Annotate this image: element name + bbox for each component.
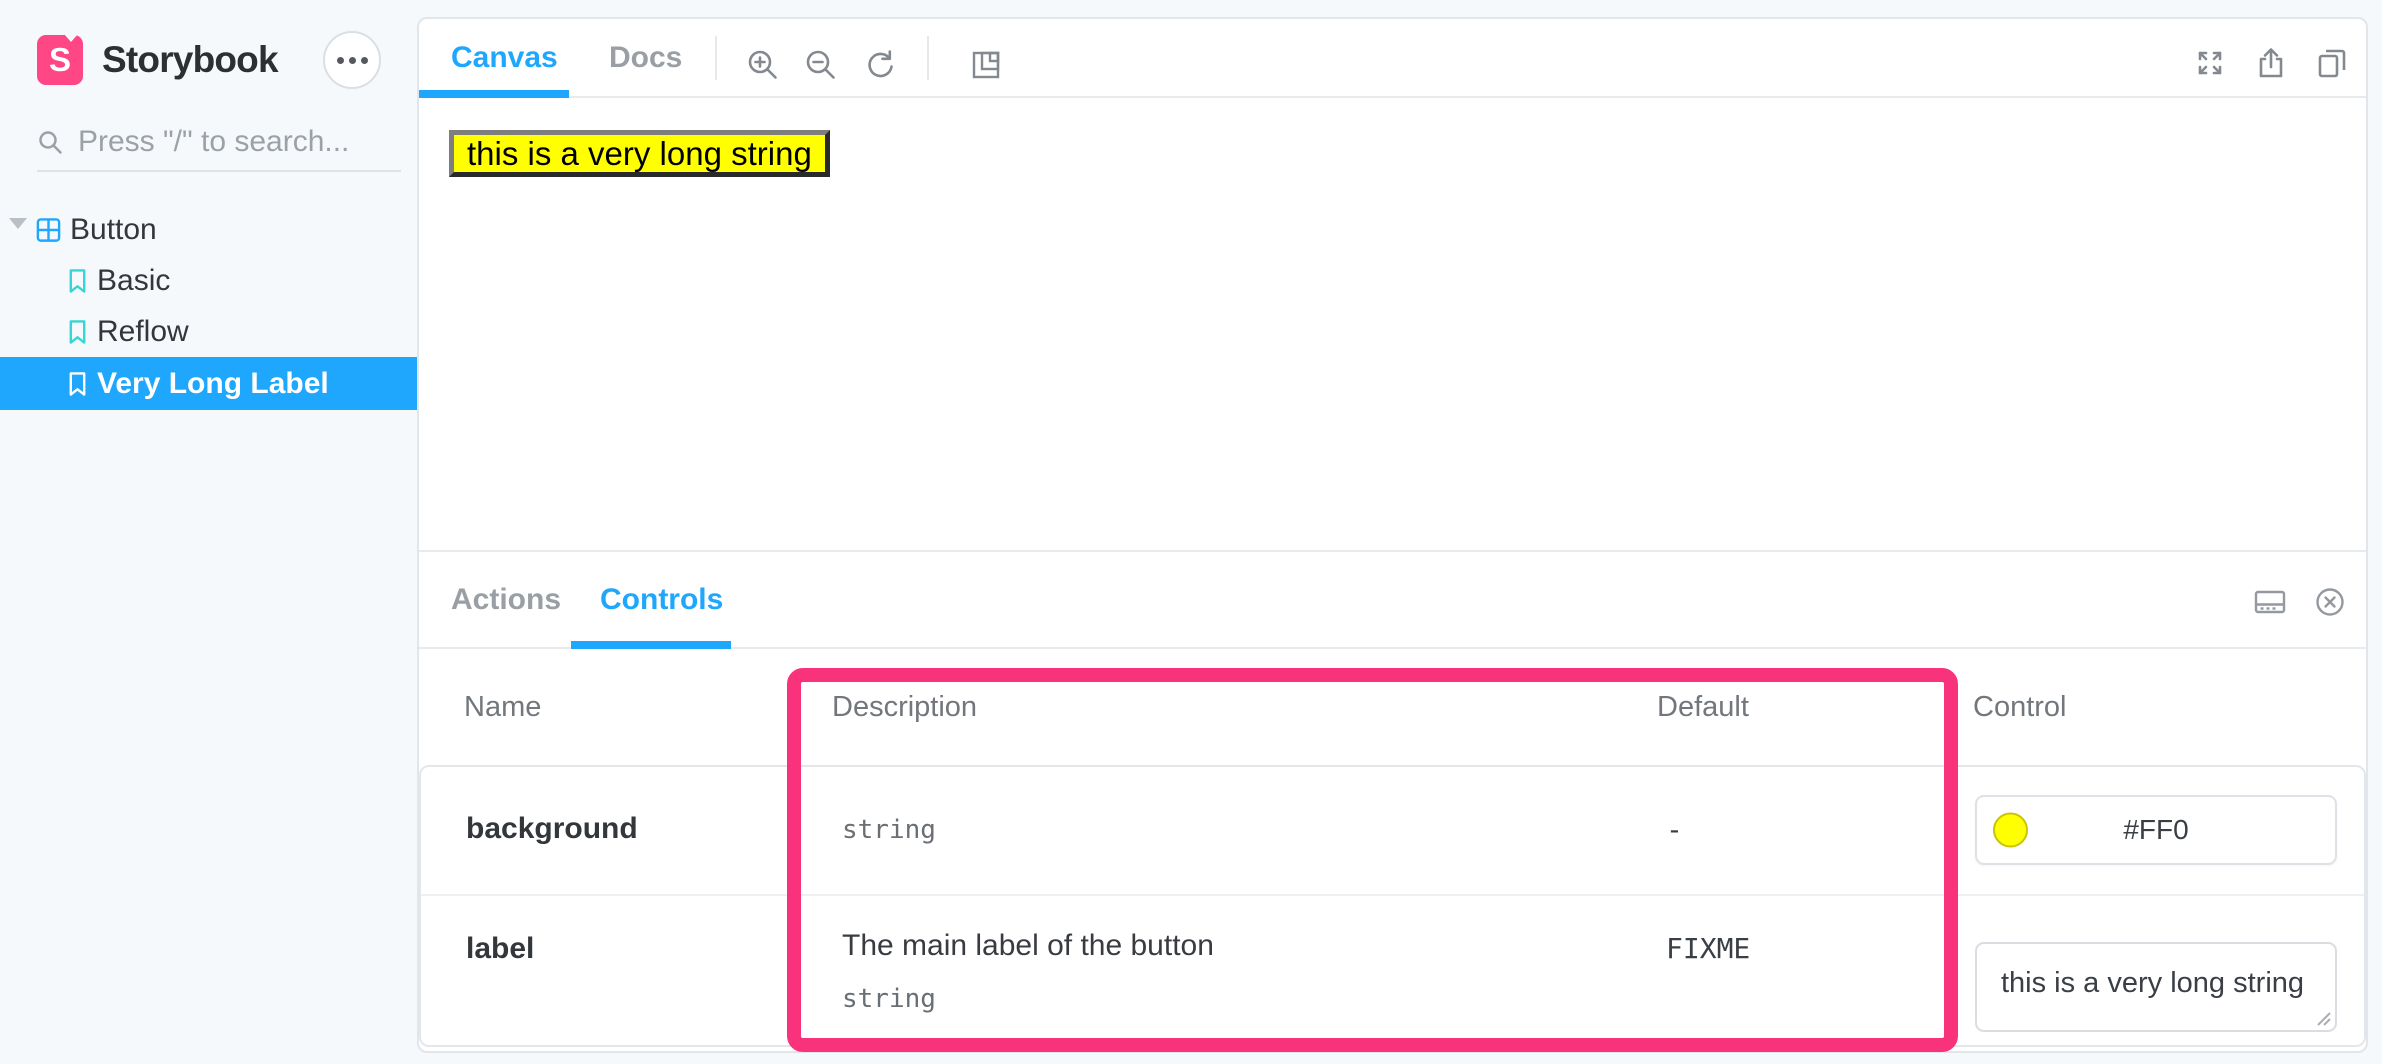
story-tree: Button Basic Reflow Ver bbox=[0, 204, 417, 410]
story-button[interactable]: this is a very long string bbox=[449, 130, 830, 177]
close-icon bbox=[2312, 584, 2348, 620]
copy-button[interactable] bbox=[2312, 43, 2352, 83]
tree-item-reflow[interactable]: Reflow bbox=[0, 306, 417, 357]
tree-item-basic[interactable]: Basic bbox=[0, 255, 417, 306]
search-bar bbox=[37, 114, 401, 172]
arg-type: string bbox=[842, 984, 936, 1014]
panel-position-icon bbox=[2252, 584, 2288, 620]
arg-name: background bbox=[466, 812, 638, 846]
tree-item-button[interactable]: Button bbox=[0, 204, 417, 255]
label-text-input[interactable]: this is a very long string bbox=[1975, 942, 2337, 1032]
zoom-reset-icon bbox=[862, 47, 898, 83]
storybook-logo-icon: S bbox=[37, 35, 83, 85]
fullscreen-button[interactable] bbox=[2190, 43, 2230, 83]
caret-down-icon[interactable] bbox=[9, 218, 27, 229]
zoom-in-icon bbox=[745, 47, 781, 83]
tree-item-label: Reflow bbox=[97, 315, 189, 349]
panel-tabbar: Actions Controls bbox=[419, 550, 2366, 649]
column-header-description: Description bbox=[832, 649, 977, 765]
args-table-header-row: Name Description Default Control bbox=[419, 649, 2366, 765]
tab-actions[interactable]: Actions bbox=[451, 552, 561, 647]
arg-description: The main label of the button bbox=[842, 929, 1214, 963]
close-panel-button[interactable] bbox=[2310, 582, 2350, 622]
toolbar: Canvas Docs bbox=[419, 19, 2366, 98]
tree-item-label: Basic bbox=[97, 264, 170, 298]
column-header-control: Control bbox=[1973, 649, 2067, 765]
text-control: this is a very long string bbox=[1975, 942, 2337, 1032]
color-value: #FF0 bbox=[2123, 814, 2188, 846]
color-swatch-icon bbox=[1993, 813, 2028, 848]
panel-position-button[interactable] bbox=[2250, 582, 2290, 622]
tab-docs[interactable]: Docs bbox=[609, 19, 682, 96]
args-table-body: background string - #FF0 label The main … bbox=[419, 765, 2366, 1047]
share-icon bbox=[2253, 45, 2289, 81]
table-row-background: background string - #FF0 bbox=[421, 767, 2364, 894]
fullscreen-icon bbox=[2192, 45, 2228, 81]
share-button[interactable] bbox=[2251, 43, 2291, 83]
tab-controls[interactable]: Controls bbox=[600, 552, 723, 647]
tree-item-label: Button bbox=[70, 213, 157, 247]
arg-default: - bbox=[1666, 813, 1683, 846]
column-header-default: Default bbox=[1657, 649, 1749, 765]
arg-name: label bbox=[466, 932, 534, 966]
bookmark-icon bbox=[66, 370, 89, 398]
tree-item-very-long-label[interactable]: Very Long Label bbox=[0, 357, 417, 410]
tree-item-label: Very Long Label bbox=[97, 367, 329, 401]
search-input[interactable] bbox=[78, 125, 378, 159]
ellipsis-icon bbox=[337, 57, 344, 64]
toolbar-divider bbox=[927, 36, 929, 80]
zoom-out-icon bbox=[803, 47, 839, 83]
addon-panel: Actions Controls bbox=[419, 550, 2366, 1051]
copy-icon bbox=[2314, 45, 2350, 81]
bookmark-icon bbox=[66, 267, 89, 295]
brand-title: Storybook bbox=[102, 39, 278, 81]
brand-row: S Storybook bbox=[37, 30, 381, 90]
bookmark-icon bbox=[66, 318, 89, 346]
zoom-in-button[interactable] bbox=[743, 45, 783, 85]
search-icon bbox=[37, 129, 64, 156]
toolbar-divider bbox=[715, 36, 717, 80]
sidebar-menu-button[interactable] bbox=[323, 31, 381, 89]
table-row-label: label The main label of the button strin… bbox=[421, 894, 2364, 1043]
column-header-name: Name bbox=[464, 649, 541, 765]
color-control-button[interactable]: #FF0 bbox=[1975, 795, 2337, 865]
viewport-resize-icon bbox=[968, 47, 1004, 83]
viewport-resize-button[interactable] bbox=[966, 45, 1006, 85]
tab-canvas[interactable]: Canvas bbox=[451, 19, 558, 96]
zoom-reset-button[interactable] bbox=[860, 45, 900, 85]
sidebar: S Storybook Button bbox=[0, 0, 417, 1064]
arg-type: string bbox=[842, 815, 936, 845]
preview-card: Canvas Docs bbox=[417, 17, 2368, 1053]
active-tab-underline bbox=[419, 90, 569, 98]
active-tab-underline bbox=[571, 641, 731, 649]
component-grid-icon bbox=[35, 216, 62, 243]
arg-default: FIXME bbox=[1666, 932, 1750, 965]
zoom-out-button[interactable] bbox=[801, 45, 841, 85]
